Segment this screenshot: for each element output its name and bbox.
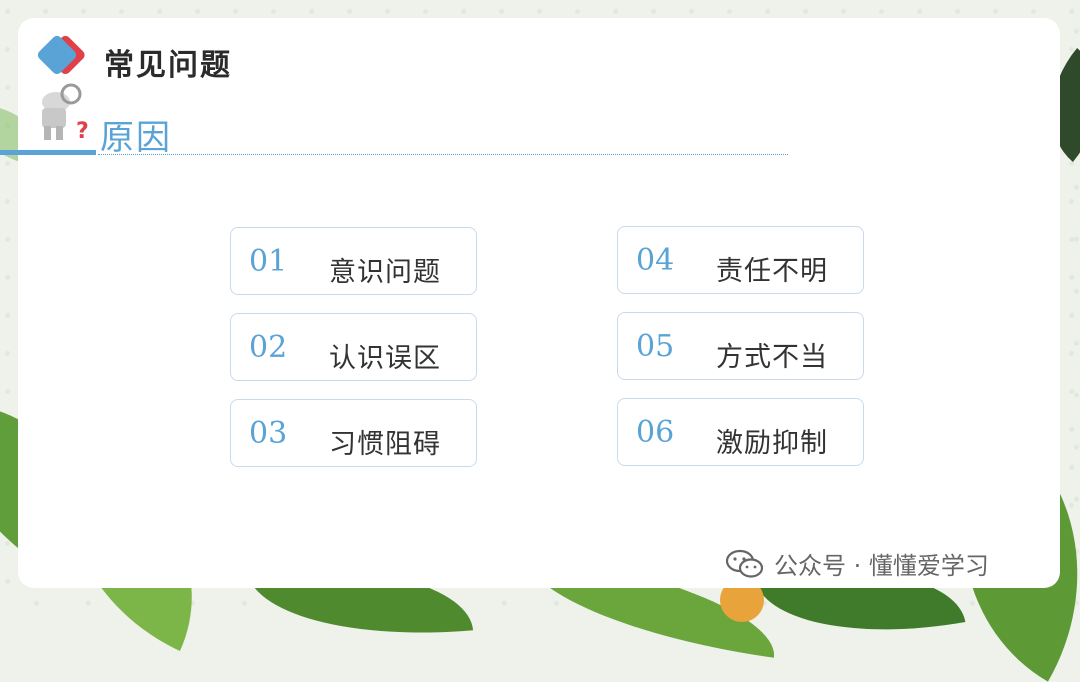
item-number: 01	[249, 244, 288, 279]
item-number: 05	[636, 329, 675, 364]
list-item: 01 意识问题	[230, 227, 477, 295]
item-number: 04	[636, 243, 675, 278]
page-title: 常见问题	[104, 48, 232, 83]
list-item: 04 责任不明	[617, 226, 864, 294]
item-number: 02	[249, 330, 288, 365]
item-label: 习惯阻碍	[329, 429, 441, 460]
diamond-logo-icon	[35, 33, 79, 77]
thinking-figure-question-icon: ?	[42, 83, 88, 140]
item-label: 责任不明	[716, 256, 828, 287]
list-item: 02 认识误区	[230, 313, 477, 381]
item-label: 方式不当	[716, 342, 828, 373]
item-label: 激励抑制	[716, 428, 828, 459]
section-title: 原因	[100, 118, 172, 158]
wechat-icon	[726, 549, 764, 578]
list-item: 03 习惯阻碍	[230, 399, 477, 467]
watermark: 公众号 · 懂懂爱学习	[726, 546, 989, 581]
list-item: 05 方式不当	[617, 312, 864, 380]
slide-card: 常见问题 ? 原因 01 意识问题 02 认识误区 03 习惯阻碍 04 责任不…	[0, 18, 1060, 588]
section-dotted-rule	[98, 154, 788, 155]
item-label: 认识误区	[329, 343, 441, 374]
item-number: 06	[636, 415, 675, 450]
list-item: 06 激励抑制	[617, 398, 864, 466]
item-label: 意识问题	[329, 257, 441, 288]
item-number: 03	[249, 416, 288, 451]
watermark-text: 公众号 · 懂懂爱学习	[774, 552, 989, 580]
svg-text:?: ?	[76, 119, 88, 140]
section-underline	[0, 150, 96, 155]
